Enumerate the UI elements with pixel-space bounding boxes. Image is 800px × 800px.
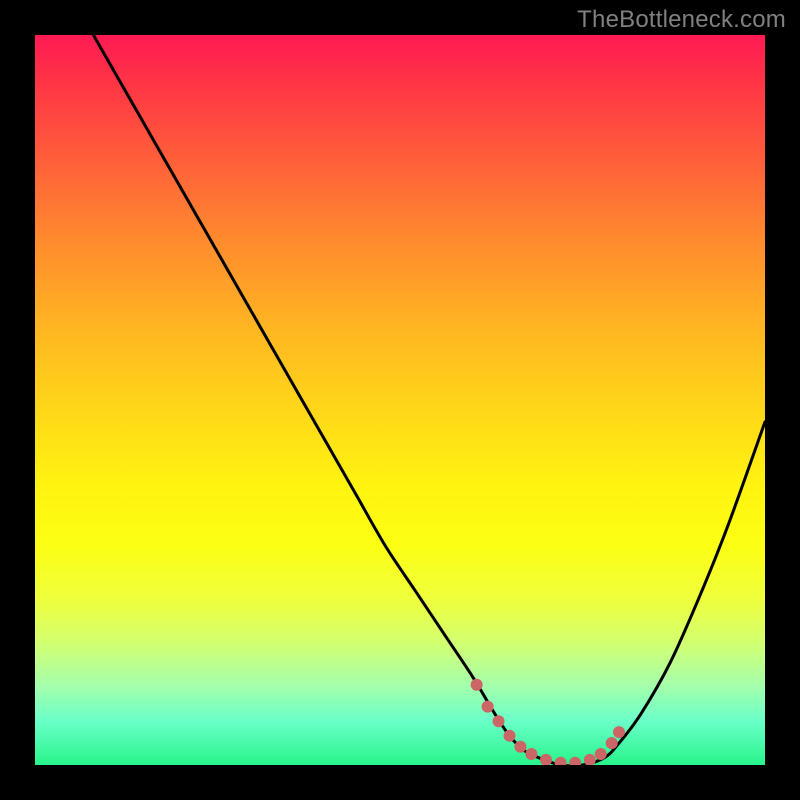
sample-dot [514, 741, 526, 753]
watermark-text: TheBottleneck.com [577, 6, 786, 34]
sample-dot [525, 748, 537, 760]
data-points [35, 35, 765, 765]
sample-dot [482, 701, 494, 713]
sample-dot [540, 754, 552, 765]
sample-dot [493, 715, 505, 727]
sample-dot [584, 754, 596, 765]
sample-dot [471, 679, 483, 691]
sample-dot [569, 757, 581, 765]
sample-dot [613, 726, 625, 738]
chart-container: TheBottleneck.com [0, 0, 800, 800]
sample-dot [595, 748, 607, 760]
sample-dot [606, 737, 618, 749]
plot-area [35, 35, 765, 765]
sample-dot [555, 757, 567, 765]
sample-dot [504, 730, 516, 742]
